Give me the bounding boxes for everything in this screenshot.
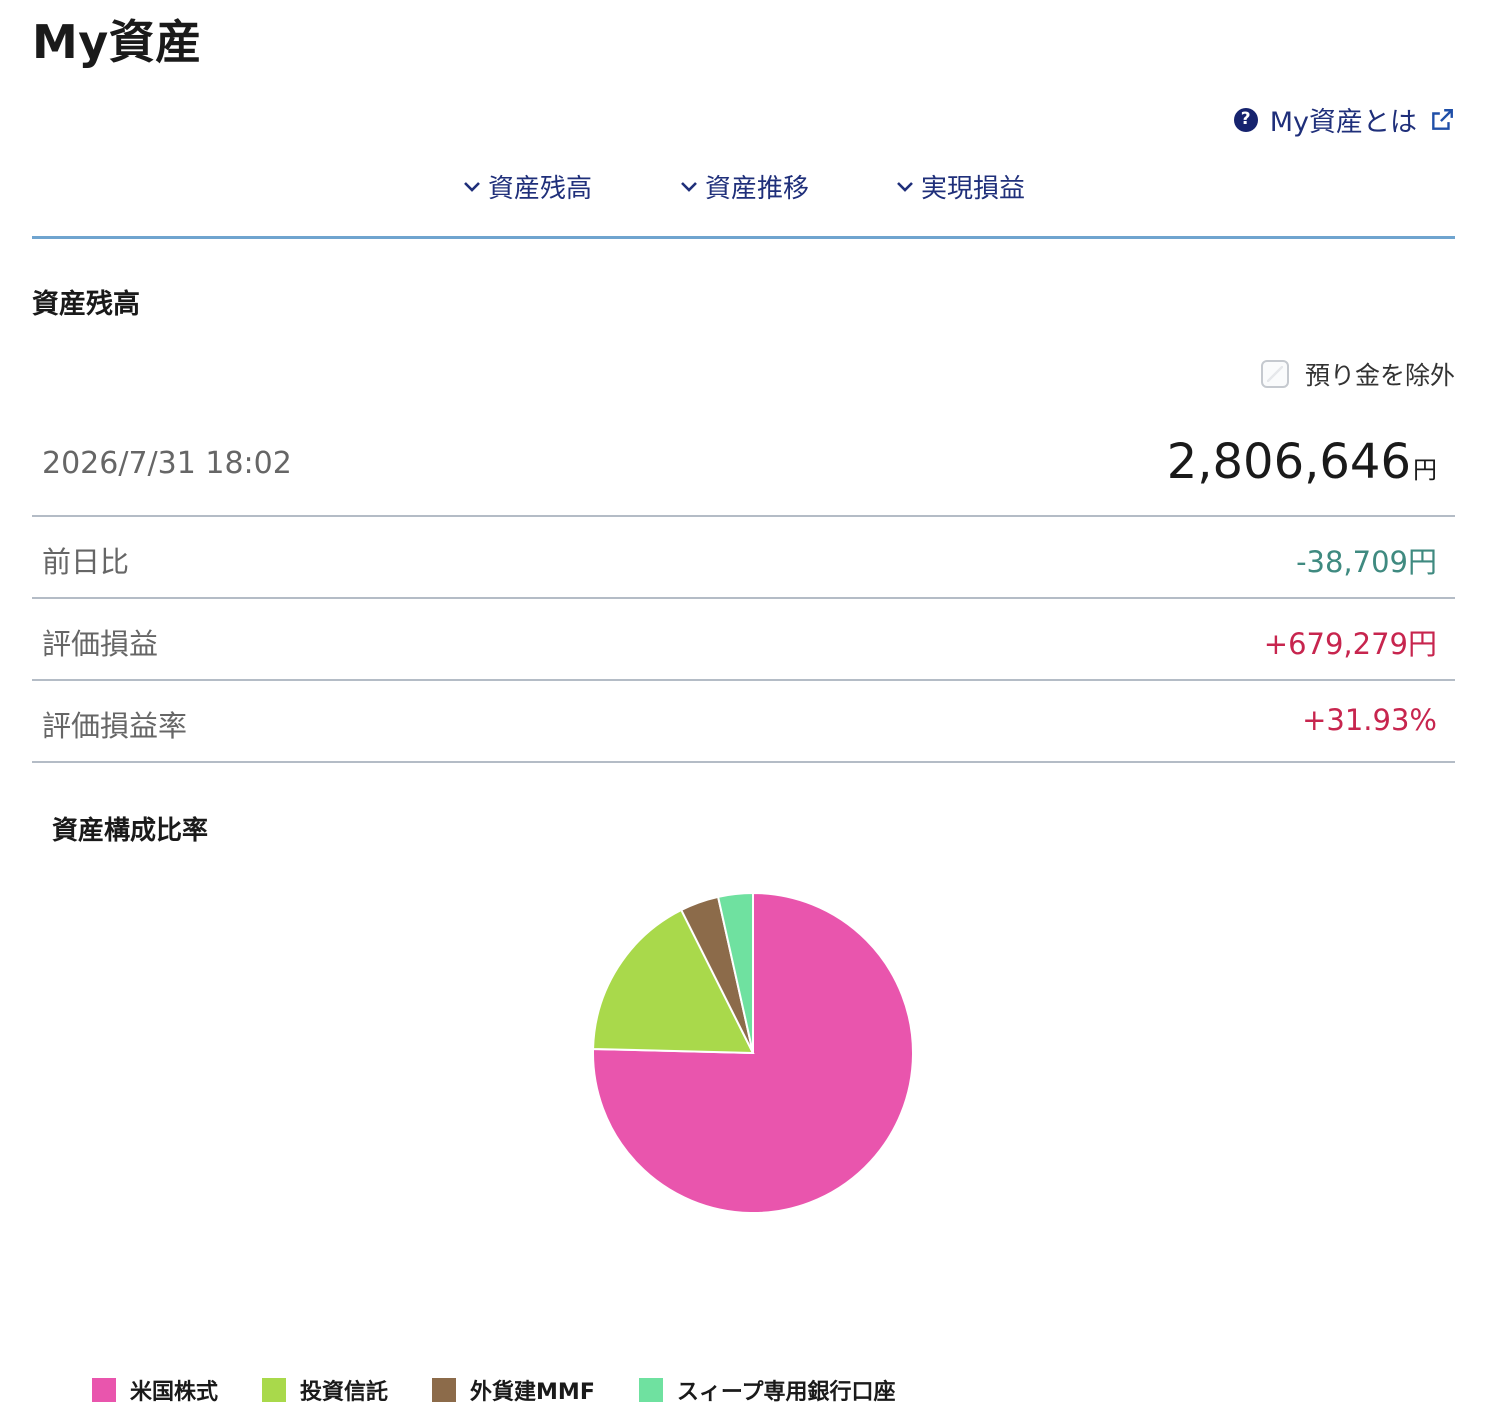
- row-unrealized-pl-rate: 評価損益率 +31.93%: [32, 681, 1455, 763]
- exclude-deposit-toggle[interactable]: 預り金を除外: [1260, 356, 1455, 392]
- nav-label: 資産残高: [488, 174, 593, 204]
- balance-total: 2,806,646円: [1167, 434, 1437, 490]
- legend-label: 米国株式: [130, 1380, 219, 1405]
- balance-unit: 円: [1413, 456, 1437, 484]
- balance-row: 2026/7/31 18:02 2,806,646円: [32, 420, 1455, 517]
- legend-item-0[interactable]: 米国株式: [92, 1374, 218, 1406]
- chevron-down-icon: [681, 181, 697, 192]
- chart-legend: 米国株式 投資信託 外貨建MMF スィープ専用銀行口座: [92, 1374, 940, 1406]
- page-title: My資産: [32, 15, 202, 69]
- nav-realized-pl[interactable]: 実現損益: [895, 168, 1025, 205]
- legend-label: スィープ専用銀行口座: [676, 1380, 896, 1405]
- legend-swatch: [432, 1378, 457, 1402]
- nav-label: 資産推移: [705, 174, 810, 204]
- balance-total-value: 2,806,646: [1166, 434, 1411, 490]
- row-label: 前日比: [42, 545, 130, 579]
- legend-swatch: [638, 1378, 663, 1402]
- nav-asset-trend[interactable]: 資産推移: [679, 168, 809, 205]
- row-unrealized-pl: 評価損益 +679,279円: [32, 599, 1455, 681]
- legend-label: 外貨建MMF: [470, 1380, 595, 1405]
- question-circle-icon: ?: [1233, 107, 1258, 132]
- asset-allocation-pie-chart: [592, 891, 914, 1214]
- row-label: 評価損益率: [42, 709, 188, 743]
- legend-swatch: [92, 1378, 116, 1402]
- help-link[interactable]: ? My資産とは: [1233, 100, 1455, 139]
- chevron-down-icon: [897, 181, 913, 192]
- section-nav: 資産残高 資産推移 実現損益: [32, 160, 1455, 239]
- legend-item-2[interactable]: 外貨建MMF: [432, 1374, 595, 1406]
- row-value: +31.93%: [1302, 703, 1437, 737]
- legend-item-3[interactable]: スィープ専用銀行口座: [638, 1374, 896, 1406]
- legend-swatch: [262, 1378, 287, 1402]
- row-value: +679,279円: [1263, 627, 1437, 661]
- balance-timestamp: 2026/7/31 18:02: [42, 446, 292, 481]
- row-day-change: 前日比 -38,709円: [32, 517, 1455, 599]
- row-value: -38,709円: [1296, 545, 1437, 579]
- section-title: 資産残高: [32, 289, 140, 320]
- nav-asset-balance[interactable]: 資産残高: [462, 168, 592, 205]
- exclude-deposit-checkbox[interactable]: [1260, 360, 1289, 388]
- external-link-icon: [1432, 108, 1453, 130]
- legend-item-1[interactable]: 投資信託: [262, 1374, 388, 1406]
- chart-title: 資産構成比率: [52, 816, 209, 846]
- row-label: 評価損益: [42, 627, 159, 661]
- chevron-down-icon: [464, 181, 480, 192]
- help-link-label: My資産とは: [1269, 107, 1417, 138]
- exclude-deposit-label: 預り金を除外: [1304, 361, 1455, 390]
- legend-label: 投資信託: [300, 1380, 389, 1405]
- nav-label: 実現損益: [921, 174, 1026, 204]
